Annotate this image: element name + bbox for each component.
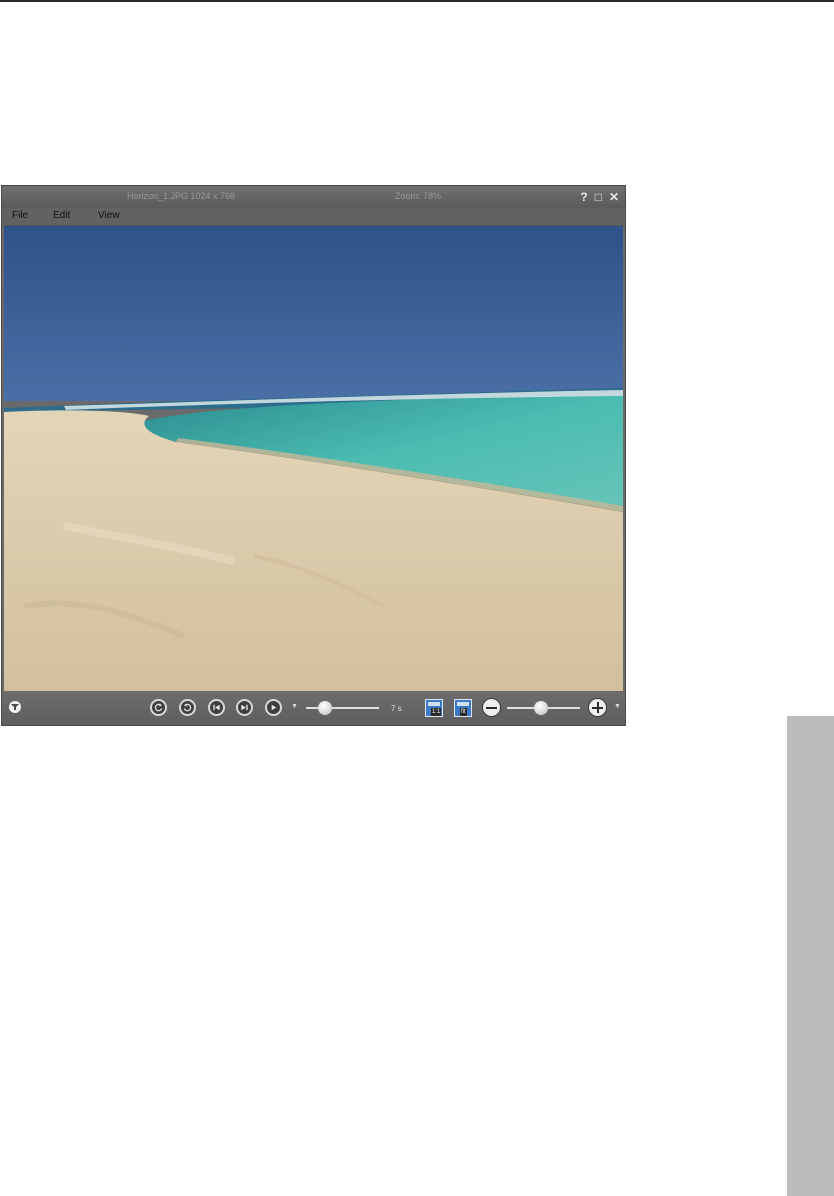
menu-bar: File Edit View <box>2 208 625 226</box>
next-icon[interactable] <box>236 699 253 716</box>
zoom-dropdown-arrow[interactable]: ▼ <box>614 703 621 710</box>
bottom-toolbar: ▼ 7 s 1:1 fit ▼ <box>2 691 625 725</box>
page-top-rule <box>0 0 834 2</box>
zoom-info-label: Zoom: 78% <box>395 191 442 201</box>
previous-icon[interactable] <box>208 699 225 716</box>
play-icon[interactable] <box>265 699 282 716</box>
actual-size-label: 1:1 <box>431 708 442 716</box>
beach-photo[interactable] <box>4 226 623 691</box>
menu-edit[interactable]: Edit <box>53 210 70 221</box>
actual-size-button[interactable]: 1:1 <box>425 699 443 717</box>
fit-button[interactable]: fit <box>454 699 472 717</box>
zoom-out-icon[interactable] <box>482 698 501 717</box>
zoom-slider-knob[interactable] <box>534 701 549 715</box>
rotate-right-icon[interactable] <box>179 699 196 716</box>
menu-file[interactable]: File <box>12 210 28 221</box>
window-controls: ? □ ✕ <box>580 189 619 205</box>
chapter-side-tab <box>787 716 834 1196</box>
menu-view[interactable]: View <box>98 210 120 221</box>
speed-slider[interactable] <box>306 707 379 709</box>
photo-viewer-window: Horizon_1.JPG 1024 x 768 Zoom: 78% ? □ ✕… <box>1 185 626 726</box>
close-button[interactable]: ✕ <box>609 189 619 205</box>
zoom-in-icon[interactable] <box>588 698 607 717</box>
file-info-label: Horizon_1.JPG 1024 x 768 <box>127 191 236 201</box>
rotate-left-icon[interactable] <box>150 699 167 716</box>
maximize-button[interactable]: □ <box>595 189 602 205</box>
fit-label: fit <box>460 708 467 716</box>
speed-slider-knob[interactable] <box>317 701 332 715</box>
slideshow-dropdown-arrow[interactable]: ▼ <box>291 703 298 710</box>
title-bar[interactable]: Horizon_1.JPG 1024 x 768 Zoom: 78% ? □ ✕ <box>2 186 625 208</box>
slideshow-speed-label: 7 s <box>391 704 402 713</box>
filter-icon[interactable] <box>9 701 21 713</box>
help-button[interactable]: ? <box>580 189 587 205</box>
